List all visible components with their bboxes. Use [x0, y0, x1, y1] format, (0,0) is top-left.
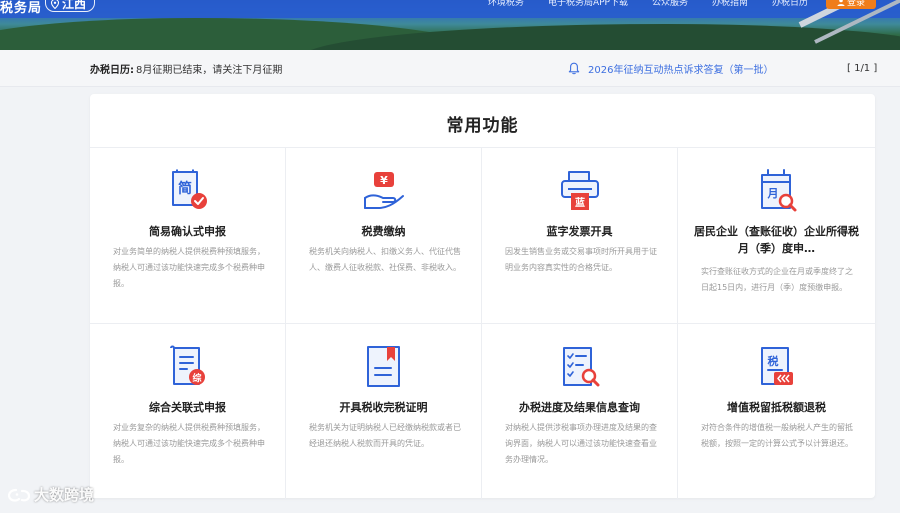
tile-title: 蓝字发票开具 [546, 225, 613, 238]
tax-certificate-icon [366, 346, 400, 387]
top-nav: 环境税务 电子税务局APP下载 公众服务 办税指南 办税日历 [488, 0, 808, 8]
region-selector[interactable]: 江西 [45, 0, 96, 12]
vat-refund-icon: 税 [760, 347, 793, 385]
nav-item[interactable]: 办税指南 [712, 0, 748, 6]
location-pin-icon [50, 0, 60, 9]
login-button[interactable]: 登录 [826, 0, 876, 9]
tile-title: 简易确认式申报 [149, 225, 226, 238]
tile-description: 因发生销售业务或交易事项时所开具用于证明业务内容真实性的合格凭证。 [505, 247, 657, 272]
tile-description: 税务机关为证明纳税人已经缴纳税款或者已经退还纳税人税款而开具的凭证。 [309, 423, 461, 448]
section-title: 常用功能 [446, 116, 519, 136]
function-tile-vat-refund[interactable]: 税 增值税留抵税额退税 对符合条件的增值税一般纳税人产生的留抵税额，按照一定的计… [678, 324, 875, 499]
tile-description: 实行查账征收方式的企业在月或季度终了之日起15日内，进行月（季）度预缴申报。 [701, 267, 853, 292]
tile-description: 对符合条件的增值税一般纳税人产生的留抵税额，按照一定的计算公式予以计算退还。 [701, 423, 853, 448]
icon-glyph: ¥ [380, 174, 388, 187]
tile-title: 增值税留抵税额退税 [727, 401, 826, 414]
tile-title: 开具税收完税证明 [339, 401, 428, 414]
function-tile-simple-declare[interactable]: 简 简易确认式申报 对业务简单的纳税人提供税费种预填服务，纳税人可通过该功能快速… [90, 148, 286, 324]
simple-declare-icon: 简 [171, 169, 207, 209]
nav-item[interactable]: 公众服务 [652, 0, 688, 6]
function-tile-tax-payment[interactable]: ¥ 税费缴纳 税务机关向纳税人、扣缴义务人、代征代售人、缴费人征收税款、社保费、… [286, 148, 482, 324]
tile-title: 办税进度及结果信息查询 [519, 401, 640, 414]
watermark-text: 大数跨境 [34, 486, 95, 504]
function-grid: 简 简易确认式申报 对业务简单的纳税人提供税费种预填服务，纳税人可通过该功能快速… [90, 147, 875, 499]
tax-payment-icon: ¥ [363, 172, 404, 209]
user-icon [837, 0, 845, 6]
progress-query-icon [562, 347, 599, 387]
tile-title: 居民企业（查账征收）企业所得税月（季）度申… [694, 225, 859, 255]
function-tile-comprehensive-declare[interactable]: 综 综合关联式申报 对业务复杂的纳税人提供税费种预填服务，纳税人可通过该功能快速… [90, 324, 286, 499]
login-label: 登录 [846, 0, 865, 8]
icon-glyph: 税 [767, 354, 778, 368]
bell-icon [568, 62, 580, 75]
nav-item[interactable]: 办税日历 [772, 0, 808, 6]
icon-glyph: 月 [766, 187, 778, 200]
calendar-label: 办税日历: [90, 64, 134, 76]
icon-glyph: 蓝 [575, 196, 585, 209]
region-label: 江西 [62, 0, 87, 11]
nav-item[interactable]: 电子税务局APP下载 [548, 0, 628, 6]
icon-glyph: 综 [192, 372, 201, 384]
invoice-printer-icon: 蓝 [560, 171, 599, 210]
tile-title: 税费缴纳 [361, 225, 406, 238]
tile-description: 对纳税人提供涉税事项办理进度及结果的查询界面，纳税人可以通过该功能快速查看业务办… [505, 423, 657, 464]
tile-description: 对业务简单的纳税人提供税费种预填服务，纳税人可通过该功能快速完成多个税费种申报。 [113, 247, 265, 288]
function-tile-tax-certificate[interactable]: 开具税收完税证明 税务机关为证明纳税人已经缴纳税款或者已经退还纳税人税款而开具的… [286, 324, 482, 499]
site-brand[interactable]: 税务局 [0, 0, 42, 16]
notice-pager[interactable]: [ 1/1 ] [847, 63, 877, 74]
function-tile-invoice[interactable]: 蓝 蓝字发票开具 因发生销售业务或交易事项时所开具用于证明业务内容真实性的合格凭… [482, 148, 678, 324]
header-banner: 税务局 江西 环境税务 电子税务局APP下载 公众服务 办税指南 办税日历 登录 [0, 0, 900, 50]
notice-link[interactable]: 2026年征纳互动热点诉求答复（第一批） [588, 61, 773, 76]
function-tile-progress-query[interactable]: 办税进度及结果信息查询 对纳税人提供涉税事项办理进度及结果的查询界面，纳税人可以… [482, 324, 678, 499]
tax-calendar-bar: 办税日历: 8月征期已结束，请关注下月征期 2026年征纳互动热点诉求答复（第一… [0, 50, 900, 87]
watermark: 大数跨境 [8, 484, 94, 505]
nav-item[interactable]: 环境税务 [488, 0, 524, 6]
tile-title: 综合关联式申报 [149, 401, 226, 414]
icon-glyph: 简 [178, 180, 192, 197]
watermark-logo-icon [8, 488, 30, 502]
calendar-status: 8月征期已结束，请关注下月征期 [136, 64, 283, 76]
common-functions-card: 常用功能 简 简易确认式申报 对业务简单的纳税人提供税费种预填服务，纳税人可通过… [90, 94, 875, 499]
calendar-search-icon: 月 [760, 169, 796, 212]
tile-description: 税务机关向纳税人、扣缴义务人、代征代售人、缴费人征收税款、社保费、非税收入。 [309, 247, 461, 272]
comprehensive-declare-icon: 综 [169, 345, 205, 385]
function-tile-corp-income-tax[interactable]: 月 居民企业（查账征收）企业所得税月（季）度申… 实行查账征收方式的企业在月或季… [678, 148, 875, 324]
tile-description: 对业务复杂的纳税人提供税费种预填服务，纳税人可通过该功能快速完成多个税费种申报。 [113, 423, 265, 464]
